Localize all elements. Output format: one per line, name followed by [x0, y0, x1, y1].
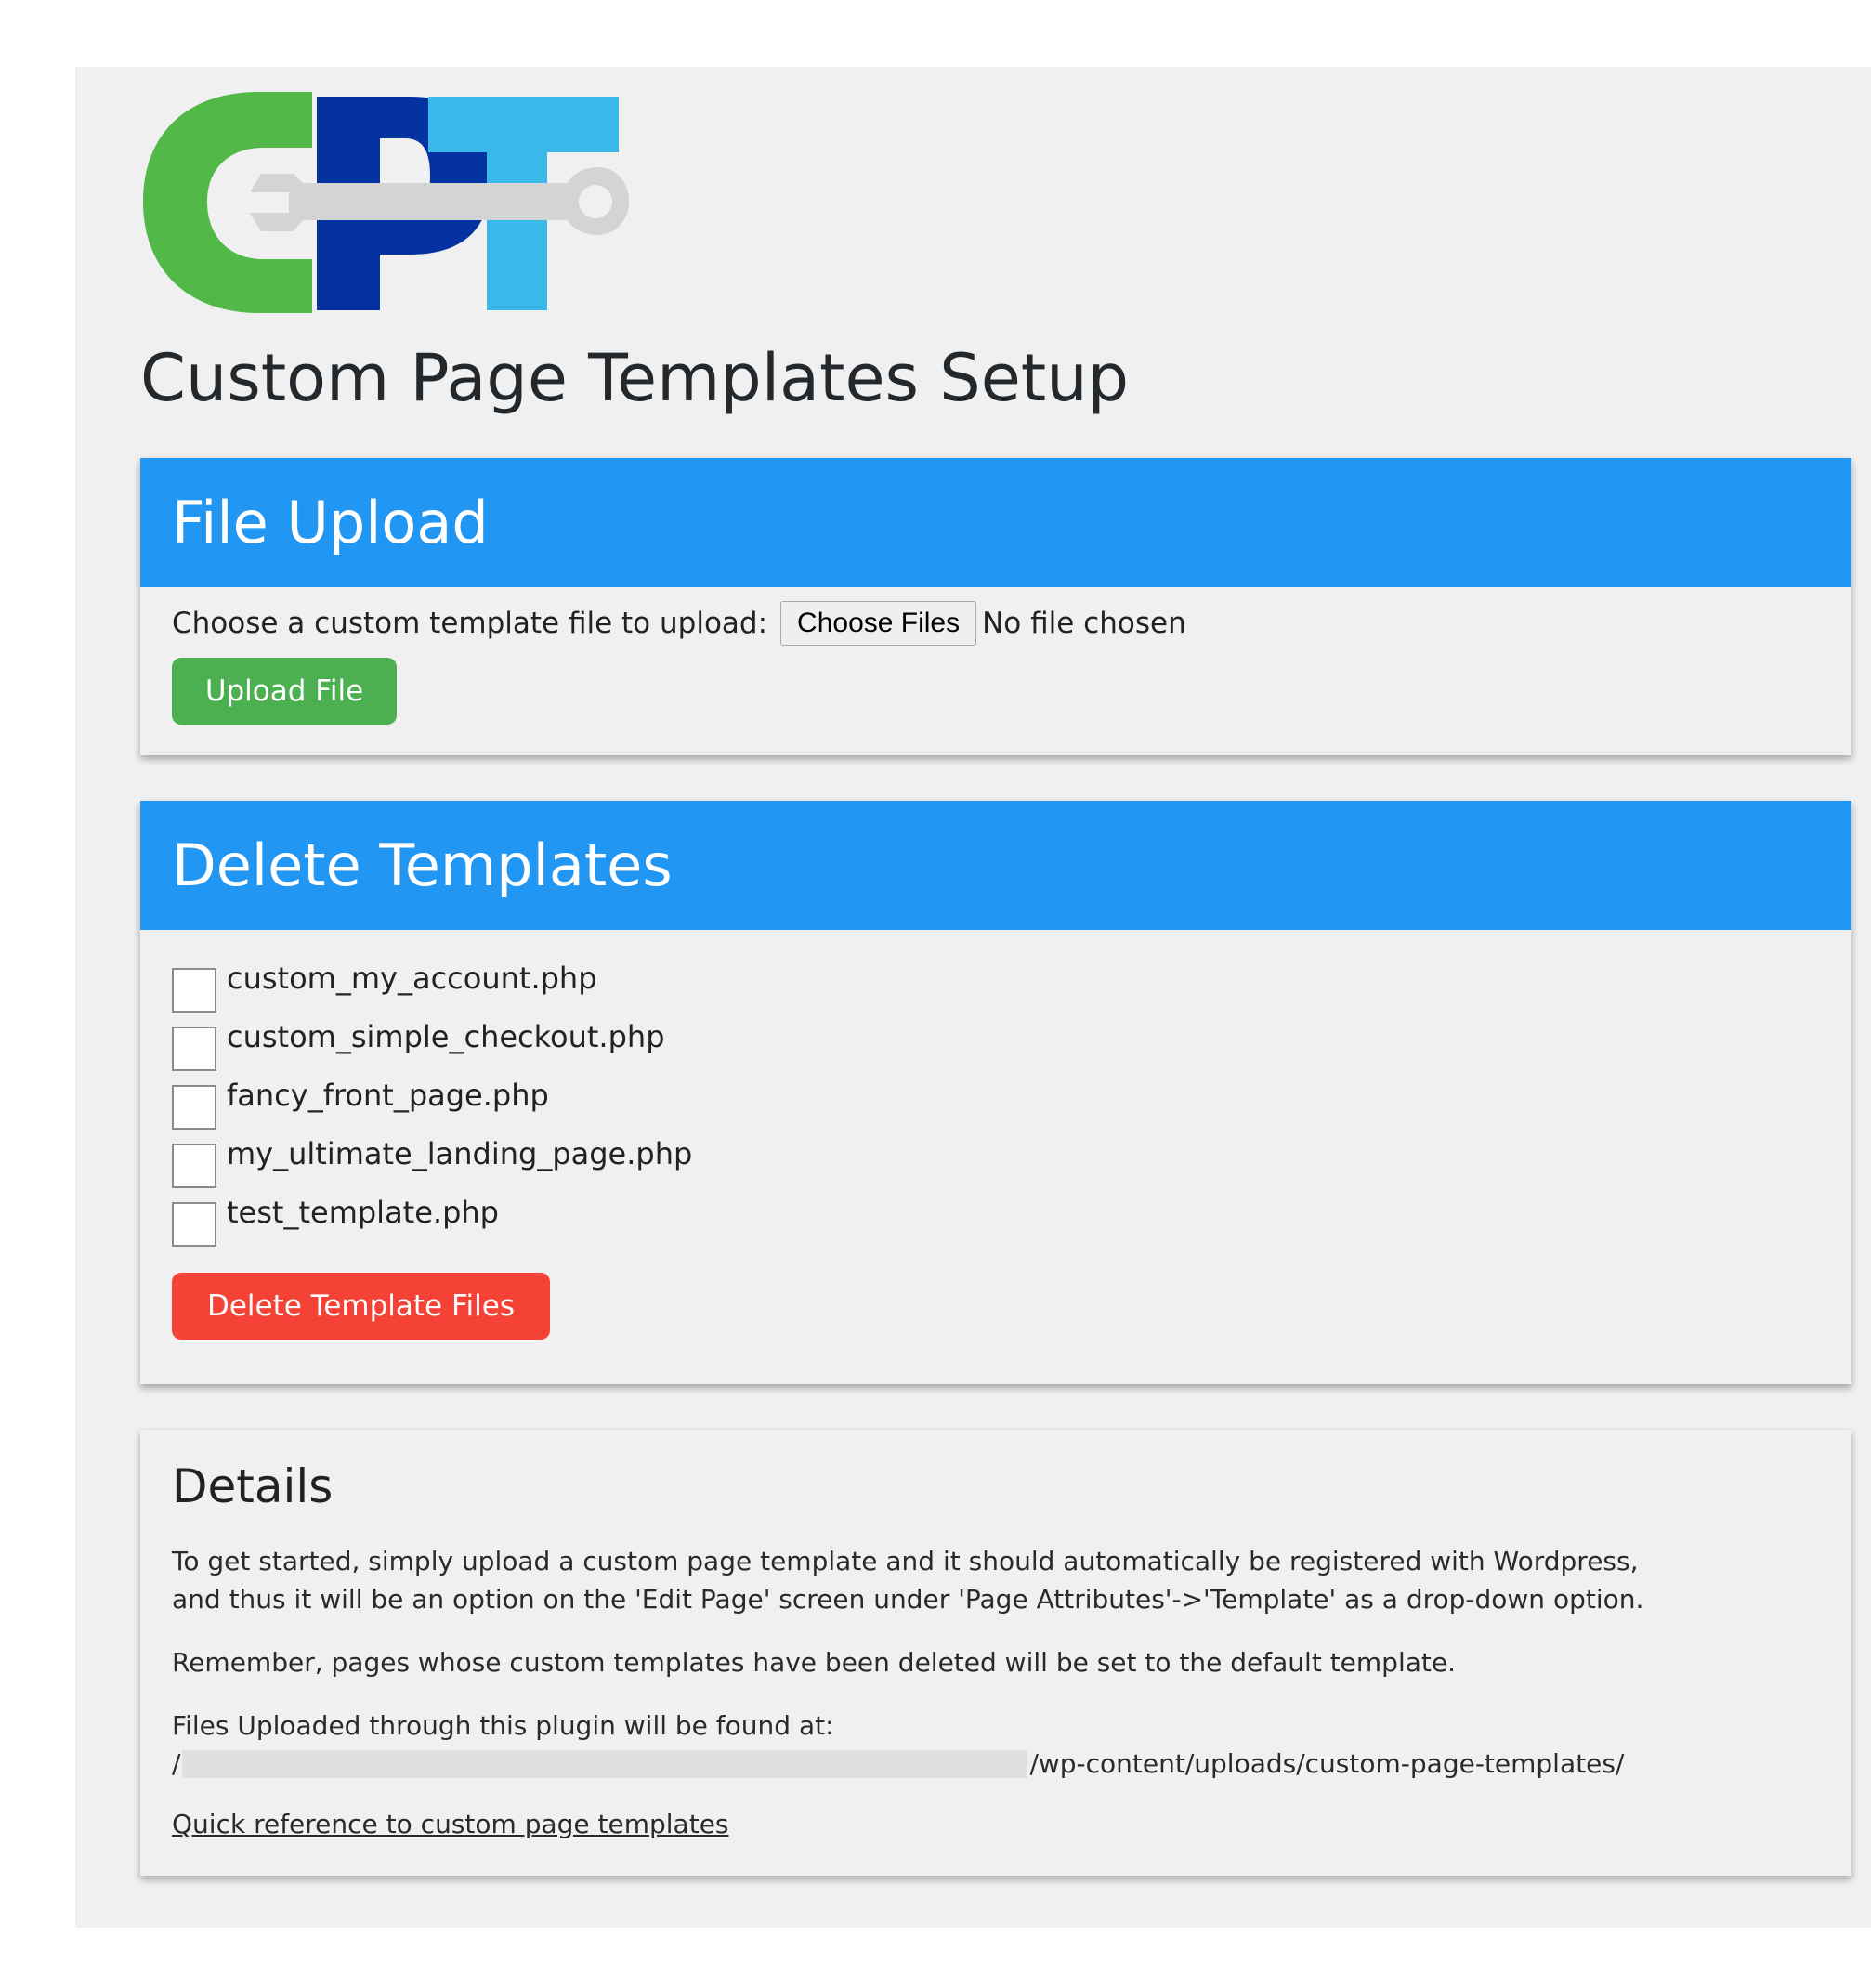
delete-templates-header: Delete Templates — [140, 801, 1851, 930]
template-checkbox[interactable] — [172, 1202, 216, 1247]
page-title: Custom Page Templates Setup — [140, 340, 1130, 416]
details-location-label: Files Uploaded through this plugin will … — [172, 1710, 834, 1741]
file-upload-header: File Upload — [140, 458, 1851, 587]
quick-reference-link[interactable]: Quick reference to custom page templates — [172, 1809, 729, 1839]
details-intro-line-2: and thus it will be an option on the 'Ed… — [172, 1584, 1644, 1615]
template-name: my_ultimate_landing_page.php — [227, 1136, 693, 1171]
template-checkbox[interactable] — [172, 1085, 216, 1130]
template-checkbox[interactable] — [172, 1027, 216, 1071]
upload-path-suffix: /wp-content/uploads/custom-page-template… — [1029, 1748, 1625, 1779]
details-card: Details To get started, simply upload a … — [140, 1430, 1851, 1876]
file-upload-card: File Upload Choose a custom template fil… — [140, 458, 1851, 755]
delete-templates-card: Delete Templates custom_my_account.php c… — [140, 801, 1851, 1384]
file-upload-prompt: Choose a custom template file to upload: — [172, 607, 768, 640]
upload-path: / /wp-content/uploads/custom-page-templa… — [172, 1745, 1624, 1783]
choose-files-button[interactable]: Choose Files — [780, 601, 977, 646]
redacted-path-segment — [182, 1749, 1028, 1778]
upload-path-prefix: / — [172, 1748, 181, 1779]
upload-file-button[interactable]: Upload File — [172, 658, 397, 725]
logo-letter-c — [143, 92, 312, 313]
plugin-settings-page: Custom Page Templates Setup File Upload … — [75, 67, 1871, 1928]
template-name: fancy_front_page.php — [227, 1078, 549, 1113]
details-title: Details — [172, 1459, 334, 1513]
template-checkbox[interactable] — [172, 968, 216, 1013]
delete-template-files-button[interactable]: Delete Template Files — [172, 1273, 550, 1340]
file-status-text: No file chosen — [982, 607, 1186, 640]
template-checkbox[interactable] — [172, 1144, 216, 1188]
template-name: custom_simple_checkout.php — [227, 1019, 665, 1054]
details-intro-line-1: To get started, simply upload a custom p… — [172, 1546, 1639, 1576]
template-name: test_template.php — [227, 1195, 499, 1230]
details-reminder-paragraph: Remember, pages whose custom templates h… — [172, 1647, 1456, 1678]
cpt-logo — [143, 92, 630, 313]
template-name: custom_my_account.php — [227, 961, 597, 996]
file-upload-row: Choose a custom template file to upload:… — [172, 600, 1186, 647]
details-intro-paragraph: To get started, simply upload a custom p… — [172, 1542, 1643, 1618]
